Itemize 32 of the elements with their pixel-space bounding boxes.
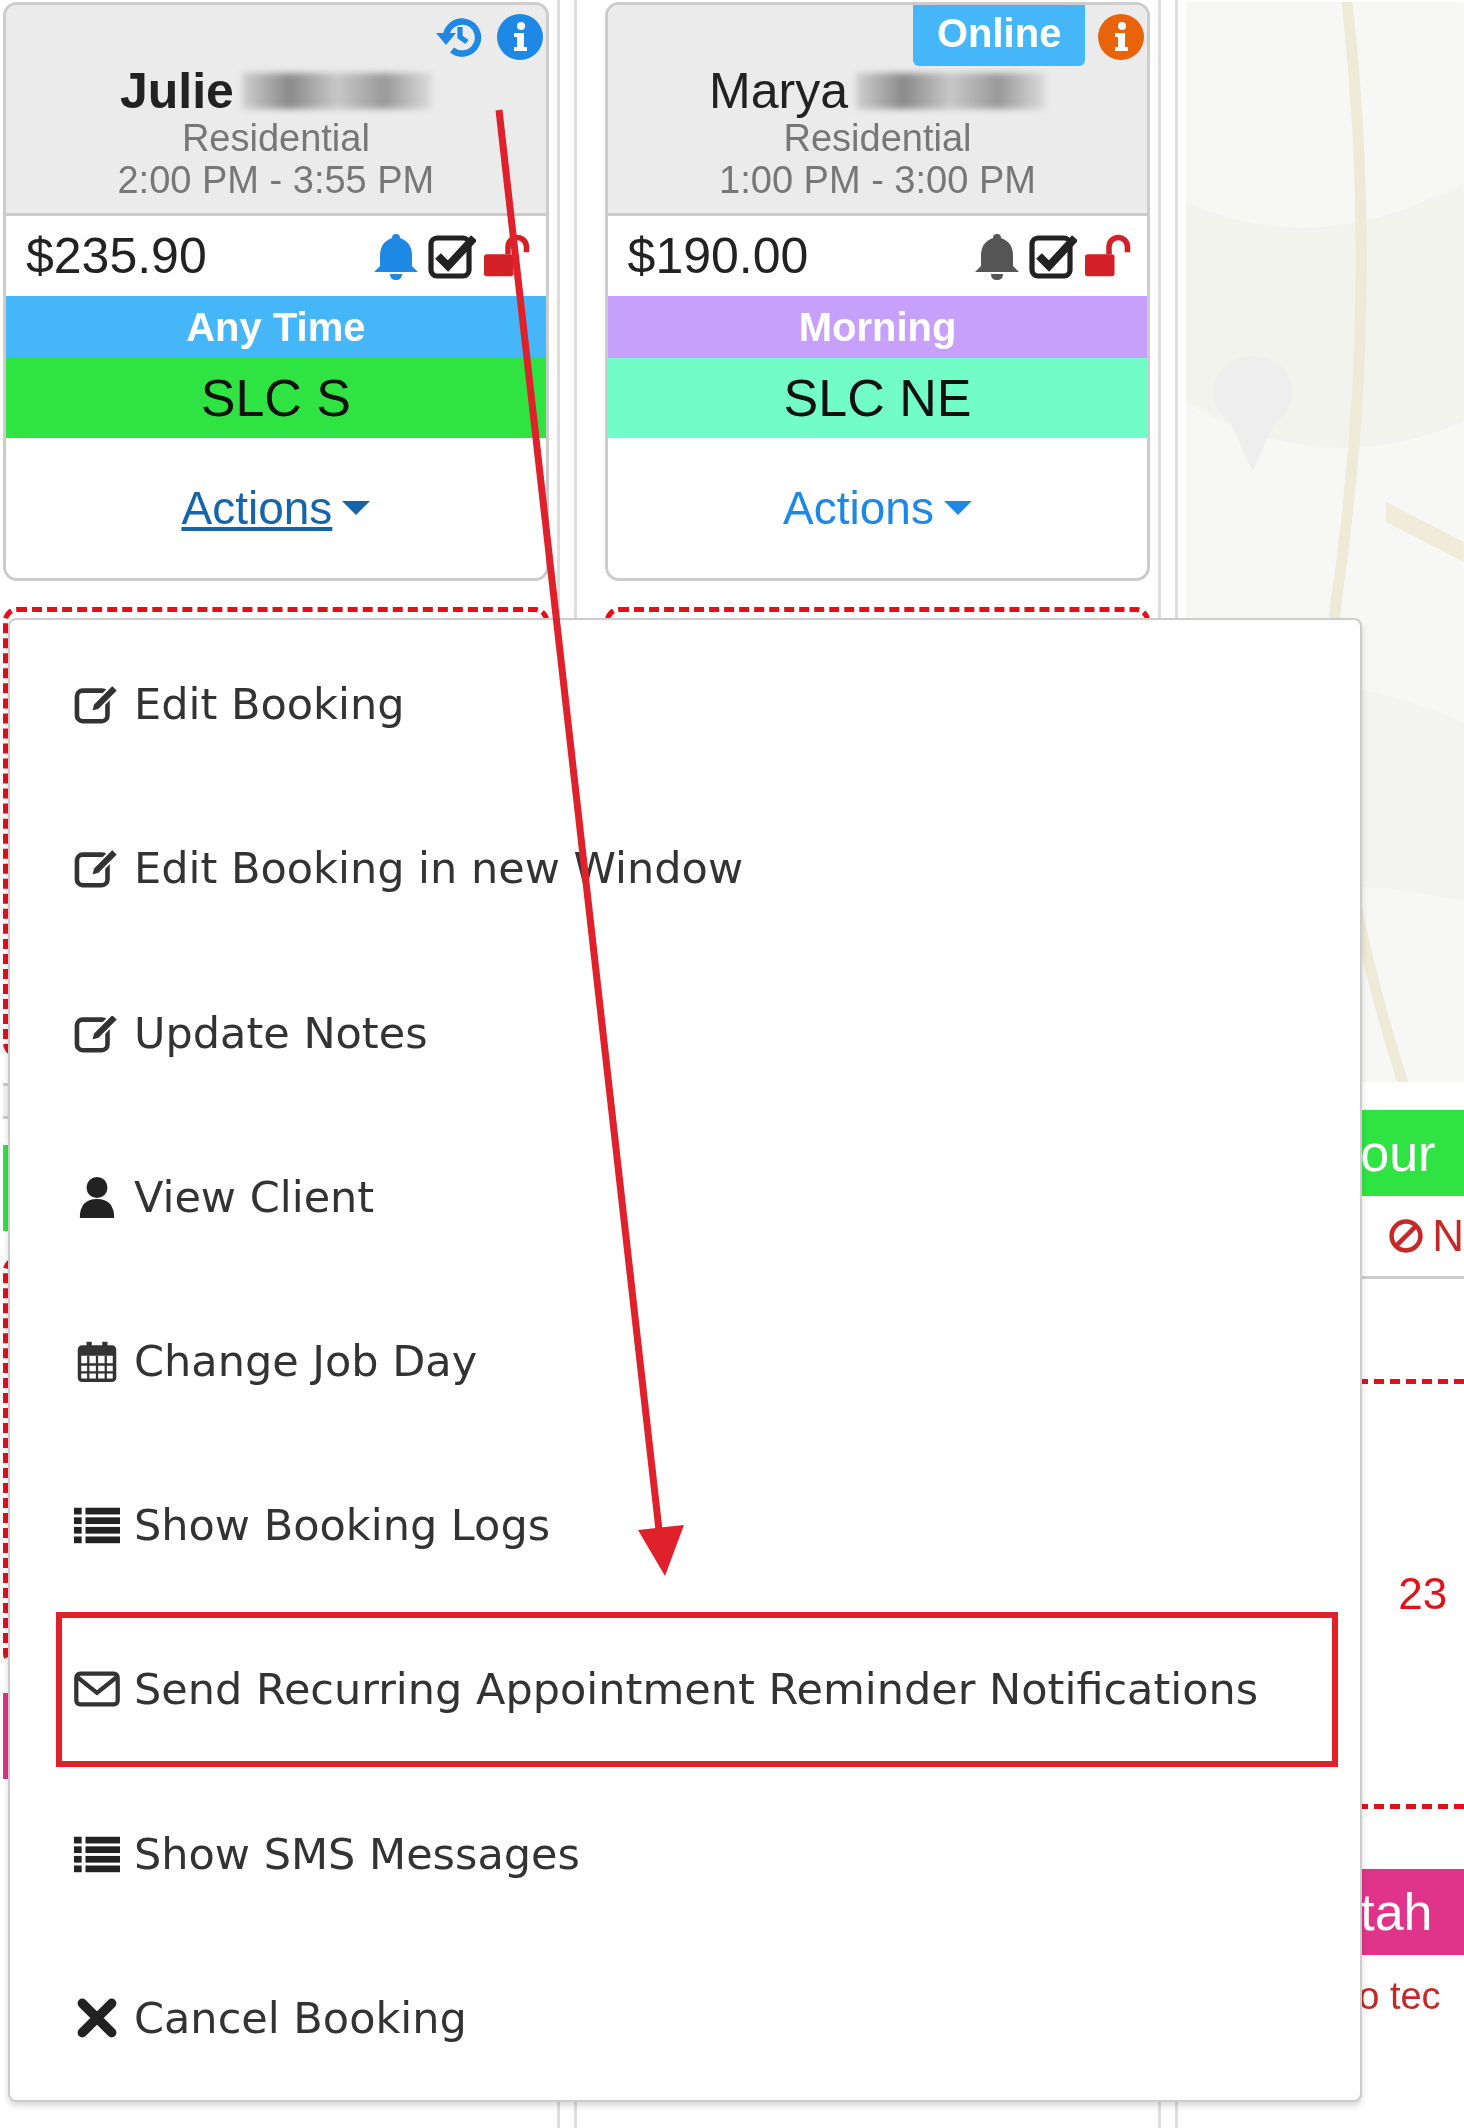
actions-dropdown[interactable]: Actions bbox=[181, 481, 371, 535]
booking-category: Residential bbox=[181, 117, 370, 159]
booking-category: Residential bbox=[783, 117, 972, 159]
menu-item[interactable]: Show Booking Logs bbox=[56, 1448, 1338, 1603]
menu-item[interactable]: Edit Booking bbox=[56, 627, 1338, 782]
time-window-bar: Any Time bbox=[6, 296, 546, 358]
zone-bar: SLC NE bbox=[607, 358, 1148, 438]
caret-icon bbox=[943, 501, 972, 515]
price: $235.90 bbox=[26, 227, 207, 285]
actions-dropdown[interactable]: Actions bbox=[783, 481, 972, 535]
price: $190.00 bbox=[627, 227, 809, 285]
zone-bar: SLC S bbox=[6, 358, 546, 438]
menu-item[interactable]: Update Notes bbox=[56, 955, 1338, 1110]
amount-text: 23 bbox=[1398, 1569, 1448, 1619]
booking-time: 2:00 PM - 3:55 PM bbox=[117, 159, 435, 201]
menu-item[interactable]: Show SMS Messages bbox=[56, 1776, 1338, 1931]
menu-item[interactable]: Send Recurring Appointment Reminder Notifications bbox=[56, 1612, 1338, 1767]
client-name: Marya bbox=[709, 66, 848, 116]
edit-icon bbox=[74, 683, 120, 726]
edit-icon bbox=[74, 847, 120, 890]
notice-text: N bbox=[1432, 1211, 1464, 1261]
ban-icon bbox=[1388, 1218, 1425, 1254]
menu-item[interactable]: Change Job Day bbox=[56, 1283, 1338, 1439]
caret-icon bbox=[342, 501, 371, 515]
menu-item[interactable]: View Client bbox=[56, 1119, 1338, 1274]
zone-label: tah bbox=[1359, 1883, 1433, 1941]
menu-item[interactable]: Cancel Booking bbox=[56, 1940, 1338, 2095]
client-name: Julie bbox=[119, 66, 234, 116]
zone-label: our bbox=[1359, 1124, 1436, 1182]
time-window-bar: Morning bbox=[607, 296, 1148, 358]
booking-time: 1:00 PM - 3:00 PM bbox=[719, 159, 1036, 201]
online-badge: Online bbox=[912, 5, 1086, 66]
